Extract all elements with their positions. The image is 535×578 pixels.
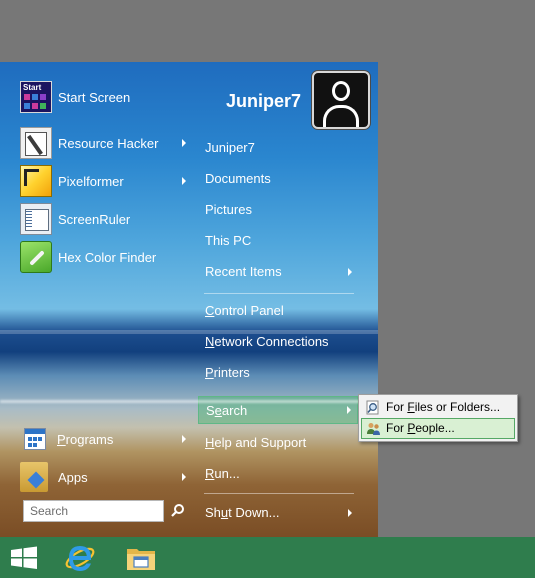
- programs-icon: [24, 428, 46, 450]
- submenu-arrow-icon: [348, 268, 352, 276]
- submenu-arrow-icon: [182, 177, 186, 185]
- submenu-arrow-icon: [347, 406, 351, 414]
- menu-separator: [204, 493, 354, 494]
- place-this-pc[interactable]: This PC: [198, 227, 358, 255]
- submenu-label: For Files or Folders...: [386, 400, 501, 414]
- place-label: Search: [206, 403, 248, 418]
- screenruler-icon: [20, 203, 52, 235]
- pixelformer-icon: [20, 165, 52, 197]
- search-icon[interactable]: [171, 503, 185, 517]
- pinned-label: Pixelformer: [58, 173, 124, 189]
- programs-menu[interactable]: Programs: [20, 422, 192, 456]
- apps-label: Apps: [58, 469, 88, 485]
- place-network-connections[interactable]: Network Connections: [198, 328, 358, 356]
- place-label: Recent Items: [205, 264, 282, 279]
- pinned-resource-hacker[interactable]: Resource Hacker: [20, 126, 192, 160]
- pinned-screenruler[interactable]: ScreenRuler: [20, 202, 192, 236]
- place-shut-down[interactable]: Shut Down...: [198, 499, 358, 527]
- search-input[interactable]: Search: [23, 500, 164, 522]
- apps-folder-icon: [20, 462, 48, 492]
- start-menu: Start Start Screen Resource Hacker Pixel…: [0, 62, 378, 537]
- hex-color-finder-icon: [20, 241, 52, 273]
- pinned-label: Resource Hacker: [58, 135, 159, 151]
- file-explorer-icon[interactable]: [124, 541, 158, 575]
- start-screen-icon: Start: [20, 81, 52, 113]
- submenu-arrow-icon: [348, 509, 352, 517]
- resource-hacker-icon: [20, 127, 52, 159]
- programs-label: Programs: [57, 431, 114, 447]
- pinned-label: ScreenRuler: [58, 211, 131, 227]
- submenu-arrow-icon: [182, 473, 186, 481]
- place-printers[interactable]: Printers: [198, 359, 358, 387]
- pinned-label: Start Screen: [58, 89, 131, 105]
- user-name[interactable]: Juniper7: [226, 91, 301, 112]
- menu-separator: [204, 293, 354, 294]
- place-documents[interactable]: Documents: [198, 165, 358, 193]
- submenu-label: For People...: [386, 421, 455, 435]
- search-submenu: For Files or Folders... For People...: [358, 394, 518, 442]
- place-control-panel[interactable]: Control Panel: [198, 297, 358, 325]
- search-files-icon: [366, 400, 379, 415]
- user-avatar-icon[interactable]: [312, 71, 370, 129]
- taskbar: [0, 537, 535, 578]
- windows-logo-icon[interactable]: [7, 541, 41, 575]
- place-help-support[interactable]: Help and Support: [198, 429, 358, 457]
- place-search[interactable]: Search: [198, 396, 358, 424]
- pinned-pixelformer[interactable]: Pixelformer: [20, 164, 192, 198]
- people-icon: [367, 423, 380, 435]
- internet-explorer-icon[interactable]: [63, 541, 97, 575]
- pinned-label: Hex Color Finder: [58, 249, 157, 265]
- pinned-start-screen[interactable]: Start Start Screen: [20, 80, 192, 114]
- submenu-arrow-icon: [182, 139, 186, 147]
- place-run[interactable]: Run...: [198, 460, 358, 488]
- place-pictures[interactable]: Pictures: [198, 196, 358, 224]
- apps-menu[interactable]: Apps: [20, 460, 192, 494]
- search-files-folders-item[interactable]: For Files or Folders...: [361, 397, 515, 418]
- place-user-folder[interactable]: Juniper7: [198, 134, 358, 162]
- place-label: Shut Down...: [205, 505, 280, 520]
- place-recent-items[interactable]: Recent Items: [198, 258, 358, 286]
- pinned-hex-color-finder[interactable]: Hex Color Finder: [20, 240, 192, 274]
- submenu-arrow-icon: [182, 435, 186, 443]
- search-people-item[interactable]: For People...: [361, 418, 515, 439]
